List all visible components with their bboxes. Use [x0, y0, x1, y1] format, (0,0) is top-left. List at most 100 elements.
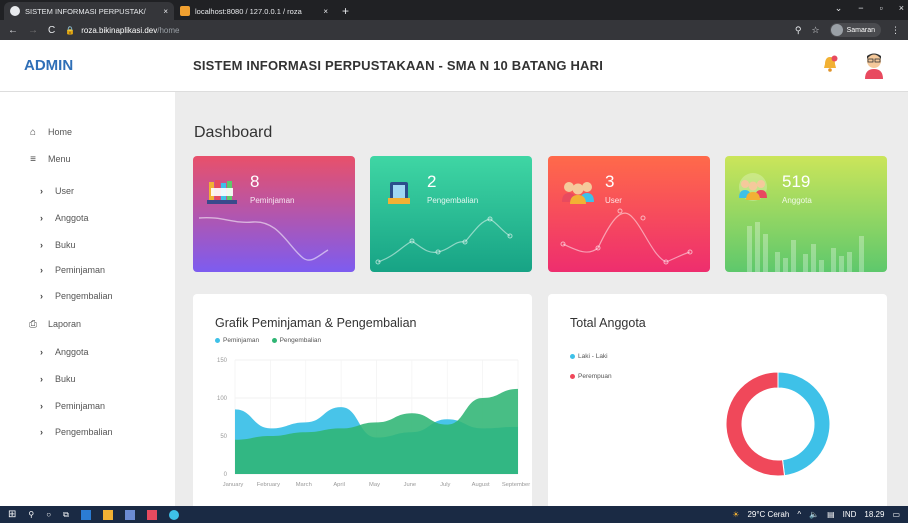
sidebar-item-user[interactable]: › User [0, 181, 175, 201]
network-icon[interactable]: ▤ [827, 510, 835, 519]
print-icon: ⎙ [29, 318, 37, 330]
sidebar-item-laporan[interactable]: ⎙ Laporan [0, 314, 175, 334]
x-tick-label: July [440, 482, 450, 488]
donut-slice-0[interactable] [777, 371, 831, 477]
sidebar-item-laporan-pengembalian[interactable]: › Pengembalian [0, 422, 175, 442]
search-icon[interactable]: ⚲ [28, 510, 34, 519]
reload-icon[interactable]: C [48, 25, 55, 36]
stat-card-anggota[interactable]: 519 Anggota [725, 156, 887, 272]
bookmark-star-icon[interactable]: ☆ [812, 25, 820, 36]
donut-chart [725, 371, 831, 477]
windows-start-icon[interactable]: ⊞ [8, 509, 16, 520]
task-view-icon[interactable]: ⧉ [63, 510, 69, 520]
cortana-icon[interactable]: ○ [46, 510, 51, 519]
sidebar-item-home[interactable]: ⌂ Home [0, 122, 175, 142]
sidebar-item-laporan-buku[interactable]: › Buku [0, 369, 175, 389]
sidebar-item-label: Home [48, 127, 73, 137]
language-indicator[interactable]: IND [843, 510, 857, 519]
address-bar: ← → C 🔒 roza.bikinaplikasi.dev/home ⚲ ☆ … [0, 20, 908, 40]
brand-logo[interactable]: ADMIN [0, 40, 175, 92]
tray-chevron-icon[interactable]: ^ [797, 510, 801, 519]
forward-icon[interactable]: → [28, 25, 38, 36]
clock[interactable]: 18.29 [864, 510, 884, 519]
stat-card-peminjaman[interactable]: 8 Peminjaman [193, 156, 355, 272]
card-sparkline [548, 156, 710, 272]
stat-card-user[interactable]: 3 User [548, 156, 710, 272]
x-tick-label: May [369, 482, 380, 488]
legend-dot [271, 338, 277, 343]
word-app-icon[interactable] [80, 509, 91, 520]
chevron-right-icon: › [40, 291, 43, 301]
book-return-icon [388, 182, 410, 204]
top-bar: SISTEM INFORMASI PERPUSTAKAAN - SMA N 10… [175, 40, 908, 92]
chart-panel-total-anggota: Total Anggota Laki - Laki Perempuan [548, 294, 887, 514]
main-content: Dashboard 8 Peminjaman 2 Pengembalian 3 … [175, 92, 908, 514]
tab-close-icon[interactable]: × [163, 7, 168, 16]
sidebar: ⌂ Home ≡ Menu › User › Anggota › Buku › … [0, 92, 175, 506]
sidebar-item-label: Menu [48, 154, 71, 164]
sidebar-item-buku[interactable]: › Buku [0, 235, 175, 255]
x-tick-label: January [223, 482, 244, 488]
user-avatar-icon[interactable] [863, 51, 885, 79]
sidebar-item-label: Laporan [48, 319, 82, 329]
browser-tab-active[interactable]: SISTEM INFORMASI PERPUSTAK/ × [4, 2, 174, 20]
y-tick-label: 0 [224, 472, 228, 478]
browser-tab[interactable]: localhost:8080 / 127.0.0.1 / roza × [174, 2, 334, 20]
books-icon [207, 180, 237, 204]
tab-close-icon[interactable]: × [323, 7, 328, 16]
menu-icon: ≡ [30, 153, 36, 165]
file-explorer-icon[interactable] [102, 509, 113, 520]
zoom-search-icon[interactable]: ⚲ [795, 25, 802, 36]
tab-search-icon[interactable]: ⌄ [835, 3, 843, 14]
browser-menu-icon[interactable]: ⋮ [891, 25, 900, 36]
notification-bell-icon[interactable] [821, 55, 839, 73]
donut-slice-1[interactable] [725, 371, 786, 477]
app-icon[interactable] [124, 509, 135, 520]
maximize-icon[interactable]: ▫ [880, 3, 883, 14]
window-controls: ⌄ − ▫ × [835, 3, 904, 14]
chevron-right-icon: › [40, 347, 43, 357]
browser-tab-bar: SISTEM INFORMASI PERPUSTAK/ × localhost:… [0, 0, 908, 20]
new-tab-button[interactable]: + [334, 2, 357, 20]
sidebar-item-anggota[interactable]: › Anggota [0, 208, 175, 228]
x-tick-label: June [404, 482, 417, 488]
legend-item-peminjaman[interactable]: Peminjaman [215, 337, 259, 344]
sidebar-item-pengembalian[interactable]: › Pengembalian [0, 286, 175, 306]
chart-title: Grafik Peminjaman & Pengembalian [215, 316, 417, 330]
minimize-icon[interactable]: − [858, 3, 863, 14]
back-icon[interactable]: ← [8, 25, 18, 36]
page-header-title: SISTEM INFORMASI PERPUSTAKAAN - SMA N 10… [193, 58, 604, 73]
card-value: 2 [427, 172, 437, 191]
weather-icon: ☀ [732, 510, 740, 519]
chrome-app-icon[interactable] [168, 509, 179, 520]
x-tick-label: September [502, 482, 530, 488]
chevron-right-icon: › [40, 265, 43, 275]
volume-icon[interactable]: 🔈 [809, 510, 819, 519]
office-app-icon[interactable] [146, 509, 157, 520]
card-label: Anggota [782, 196, 812, 205]
notification-center-icon[interactable]: ▭ [892, 510, 900, 519]
url-field[interactable]: 🔒 roza.bikinaplikasi.dev/home [65, 26, 179, 35]
chevron-right-icon: › [40, 240, 43, 250]
stat-card-pengembalian[interactable]: 2 Pengembalian [370, 156, 532, 272]
weather-text[interactable]: 29°C Cerah [747, 510, 789, 519]
profile-button[interactable]: Samaran [829, 23, 881, 37]
profile-name: Samaran [846, 26, 875, 34]
url-host: roza.bikinaplikasi.dev [81, 25, 158, 35]
users-icon [562, 182, 594, 204]
chrome-favicon-icon [10, 6, 20, 16]
sidebar-item-laporan-peminjaman[interactable]: › Peminjaman [0, 396, 175, 416]
tab-label: localhost:8080 / 127.0.0.1 / roza [195, 6, 302, 16]
legend-item-pengembalian[interactable]: Pengembalian [271, 337, 321, 344]
chevron-right-icon: › [40, 401, 43, 411]
sidebar-item-label: Anggota [55, 347, 89, 357]
y-tick-label: 50 [220, 434, 227, 440]
card-label: Pengembalian [427, 196, 479, 205]
y-tick-label: 100 [217, 396, 228, 402]
sidebar-item-laporan-anggota[interactable]: › Anggota [0, 342, 175, 362]
sidebar-item-menu[interactable]: ≡ Menu [0, 149, 175, 169]
window-close-icon[interactable]: × [899, 3, 904, 14]
sidebar-item-peminjaman[interactable]: › Peminjaman [0, 260, 175, 280]
card-value: 3 [605, 172, 615, 191]
card-label: User [605, 196, 622, 205]
